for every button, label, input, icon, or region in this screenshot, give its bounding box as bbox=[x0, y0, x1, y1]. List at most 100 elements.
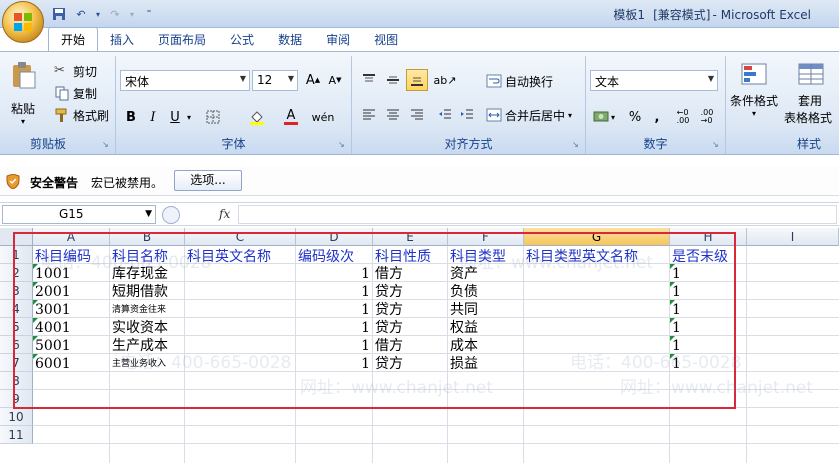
align-middle-icon[interactable] bbox=[382, 69, 404, 91]
row-header-1[interactable]: 1 bbox=[0, 246, 33, 264]
cell-code[interactable]: 1001 bbox=[33, 265, 71, 283]
font-launcher-icon[interactable]: ↘ bbox=[338, 140, 348, 150]
column-header-d[interactable]: D bbox=[296, 228, 373, 246]
column-header-a[interactable]: A bbox=[33, 228, 110, 246]
align-center-icon[interactable] bbox=[382, 104, 404, 126]
cell-code[interactable]: 3001 bbox=[33, 301, 71, 319]
cell-name[interactable]: 生产成本 bbox=[110, 337, 168, 355]
cell-last[interactable]: 1 bbox=[670, 337, 681, 355]
italic-button[interactable]: I bbox=[142, 106, 164, 128]
align-right-icon[interactable] bbox=[406, 104, 428, 126]
header-cell-e[interactable]: 科目性质 bbox=[373, 248, 431, 266]
cell-name[interactable]: 清算资金往来 bbox=[110, 301, 166, 319]
row-header-3[interactable]: 3 bbox=[0, 282, 33, 300]
row-header-9[interactable]: 9 bbox=[0, 390, 33, 408]
cell-last[interactable]: 1 bbox=[670, 319, 681, 337]
row-header-8[interactable]: 8 bbox=[0, 372, 33, 390]
cell-type[interactable]: 成本 bbox=[448, 337, 478, 355]
column-header-f[interactable]: F bbox=[448, 228, 524, 246]
underline-dropdown-icon[interactable]: ▾ bbox=[184, 106, 194, 128]
align-bottom-icon[interactable] bbox=[406, 69, 428, 91]
formula-input[interactable] bbox=[238, 205, 837, 224]
paste-button[interactable]: 粘贴 ▾ bbox=[8, 60, 38, 126]
cell-nature[interactable]: 借方 bbox=[373, 265, 403, 283]
cell-level[interactable]: 1 bbox=[296, 355, 373, 373]
insert-function-icon[interactable]: fx bbox=[219, 207, 230, 221]
format-as-table-button[interactable]: 套用 表格格式 bbox=[782, 60, 832, 126]
borders-icon[interactable] bbox=[202, 106, 224, 128]
row-header-5[interactable]: 5 bbox=[0, 318, 33, 336]
column-header-h[interactable]: H bbox=[670, 228, 747, 246]
header-cell-f[interactable]: 科目类型 bbox=[448, 248, 506, 266]
column-header-b[interactable]: B bbox=[110, 228, 185, 246]
security-options-button[interactable]: 选项... bbox=[174, 170, 242, 191]
cell-type[interactable]: 负债 bbox=[448, 283, 478, 301]
merge-center-button[interactable]: 合并后居中 ▾ bbox=[486, 106, 572, 124]
percent-button[interactable]: % bbox=[624, 106, 646, 128]
office-button[interactable] bbox=[2, 1, 44, 43]
tab-data[interactable]: 数据 bbox=[266, 28, 314, 52]
cell-last[interactable]: 1 bbox=[670, 283, 681, 301]
column-header-g[interactable]: G bbox=[524, 228, 670, 246]
align-left-icon[interactable] bbox=[358, 104, 380, 126]
currency-icon[interactable]: ▾ bbox=[590, 106, 618, 128]
column-header-i[interactable]: I bbox=[747, 228, 839, 246]
font-color-icon[interactable]: A bbox=[280, 106, 302, 128]
underline-button[interactable]: U bbox=[164, 106, 186, 128]
cut-button[interactable]: ✂ 剪切 bbox=[54, 62, 97, 80]
cell-code[interactable]: 4001 bbox=[33, 319, 71, 337]
cell-name[interactable]: 短期借款 bbox=[110, 283, 168, 301]
number-format-combo[interactable]: 文本 ▼ bbox=[590, 70, 718, 91]
cell-nature[interactable]: 贷方 bbox=[373, 355, 403, 373]
cell-name[interactable]: 实收资本 bbox=[110, 319, 168, 337]
tab-page-layout[interactable]: 页面布局 bbox=[146, 28, 218, 52]
row-header-10[interactable]: 10 bbox=[0, 408, 33, 426]
header-cell-h[interactable]: 是否末级 bbox=[670, 248, 728, 266]
cell-name[interactable]: 主营业务收入 bbox=[110, 355, 166, 373]
select-all-corner[interactable] bbox=[0, 228, 33, 246]
cell-level[interactable]: 1 bbox=[296, 283, 373, 301]
cell-nature[interactable]: 借方 bbox=[373, 337, 403, 355]
cell-nature[interactable]: 贷方 bbox=[373, 319, 403, 337]
cell-last[interactable]: 1 bbox=[670, 355, 681, 373]
header-cell-d[interactable]: 编码级次 bbox=[296, 248, 354, 266]
cell-type[interactable]: 共同 bbox=[448, 301, 478, 319]
name-box-dropdown-icon[interactable]: ▼ bbox=[145, 209, 152, 219]
comma-button[interactable]: , bbox=[646, 106, 668, 128]
cell-level[interactable]: 1 bbox=[296, 301, 373, 319]
cell-nature[interactable]: 贷方 bbox=[373, 283, 403, 301]
conditional-format-button[interactable]: 条件格式 ▾ bbox=[730, 60, 778, 118]
copy-button[interactable]: 复制 bbox=[54, 84, 97, 102]
bold-button[interactable]: B bbox=[120, 106, 142, 128]
row-header-6[interactable]: 6 bbox=[0, 336, 33, 354]
increase-decimal-icon[interactable]: ←0.00 bbox=[672, 106, 694, 128]
column-header-e[interactable]: E bbox=[373, 228, 448, 246]
align-top-icon[interactable] bbox=[358, 69, 380, 91]
wrap-text-button[interactable]: 自动换行 bbox=[486, 72, 553, 90]
column-header-c[interactable]: C bbox=[185, 228, 296, 246]
cell-code[interactable]: 5001 bbox=[33, 337, 71, 355]
header-cell-g[interactable]: 科目类型英文名称 bbox=[524, 248, 638, 266]
number-format-dropdown-icon[interactable]: ▼ bbox=[708, 74, 714, 83]
decrease-decimal-icon[interactable]: .00 →0 bbox=[696, 106, 718, 128]
formula-bar-splitter[interactable] bbox=[162, 206, 180, 224]
increase-indent-icon[interactable] bbox=[456, 104, 478, 126]
cell-last[interactable]: 1 bbox=[670, 265, 681, 283]
header-cell-b[interactable]: 科目名称 bbox=[110, 248, 168, 266]
tab-formulas[interactable]: 公式 bbox=[218, 28, 266, 52]
header-cell-c[interactable]: 科目英文名称 bbox=[185, 248, 271, 266]
cell-code[interactable]: 2001 bbox=[33, 283, 71, 301]
tab-home[interactable]: 开始 bbox=[48, 27, 99, 52]
number-launcher-icon[interactable]: ↘ bbox=[712, 140, 722, 150]
alignment-launcher-icon[interactable]: ↘ bbox=[572, 140, 582, 150]
header-cell-a[interactable]: 科目编码 bbox=[33, 248, 91, 266]
cell-type[interactable]: 资产 bbox=[448, 265, 478, 283]
cell-type[interactable]: 损益 bbox=[448, 355, 478, 373]
orientation-icon[interactable]: ab↗ bbox=[434, 69, 457, 91]
row-header-11[interactable]: 11 bbox=[0, 426, 33, 444]
cell-type[interactable]: 权益 bbox=[448, 319, 478, 337]
grow-font-icon[interactable]: A ▲ bbox=[302, 69, 324, 91]
tab-review[interactable]: 审阅 bbox=[314, 28, 362, 52]
shrink-font-icon[interactable]: A ▼ bbox=[324, 69, 346, 91]
cell-name[interactable]: 库存现金 bbox=[110, 265, 168, 283]
